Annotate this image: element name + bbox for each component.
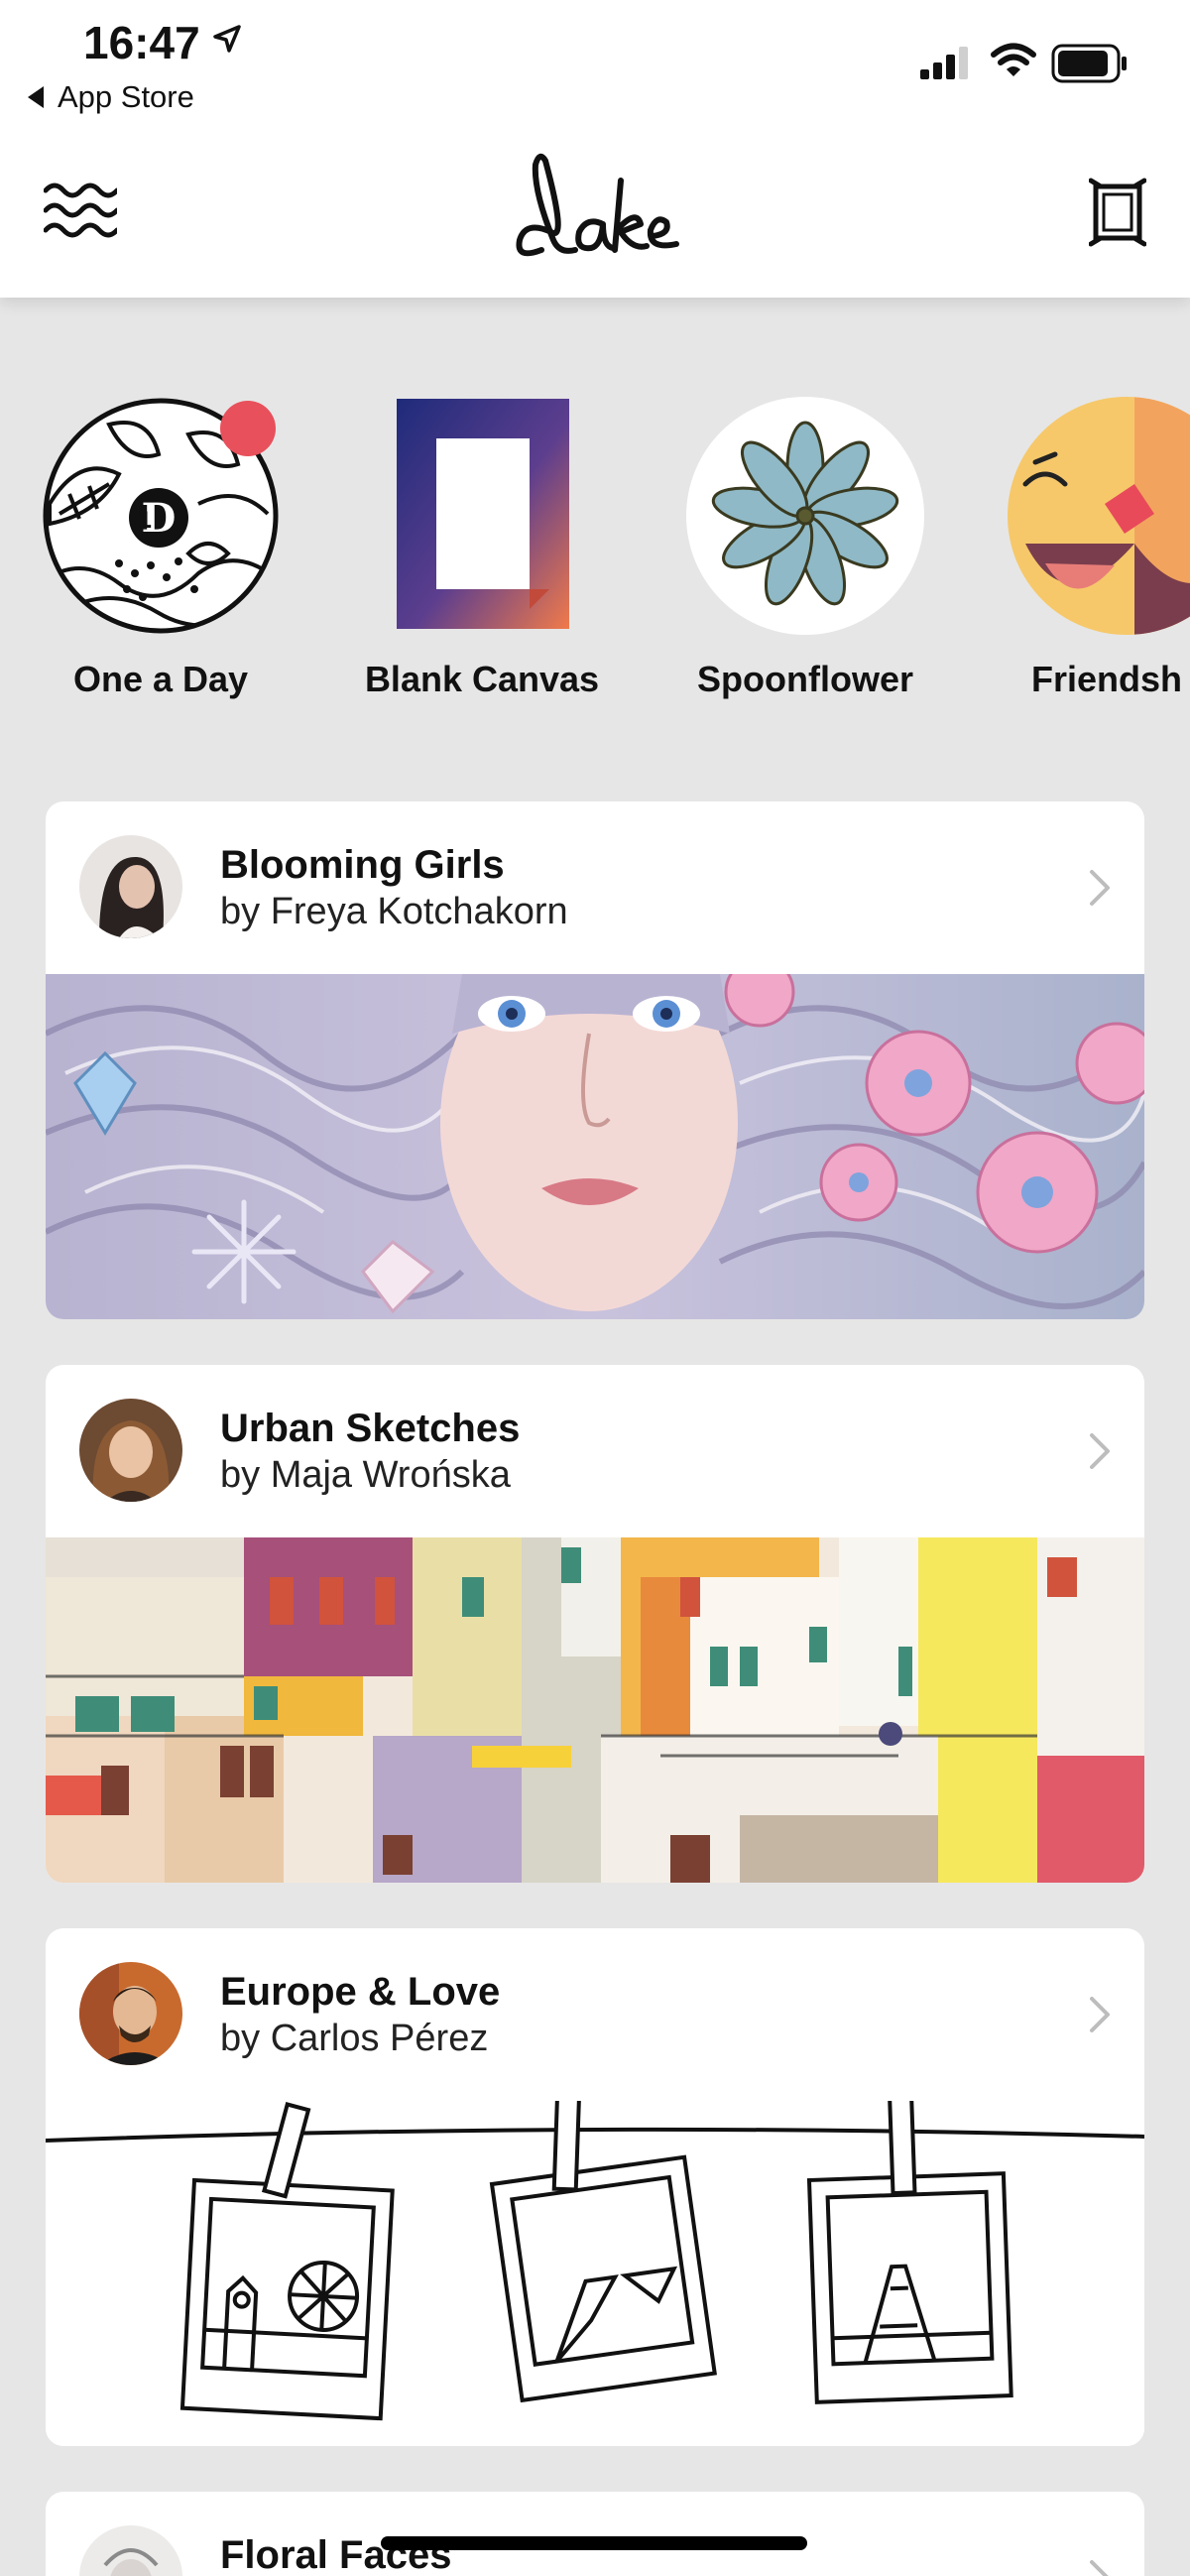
category-label: One a Day bbox=[72, 659, 249, 699]
card-author: by Carlos Pérez bbox=[220, 2018, 489, 2059]
cellular-signal-icon bbox=[920, 47, 968, 79]
top-bar: 16:47 App Store bbox=[0, 0, 1190, 298]
chevron-right-icon bbox=[1090, 1433, 1110, 1469]
home-indicator[interactable] bbox=[381, 2536, 807, 2550]
category-label: Blank Canvas bbox=[364, 659, 600, 699]
battery-icon bbox=[1051, 44, 1127, 83]
author-avatar bbox=[79, 1962, 182, 2065]
blank-canvas-thumbnail bbox=[397, 399, 569, 629]
blooming-girls-artwork bbox=[46, 974, 1144, 1319]
card-header[interactable]: Blooming Girls by Freya Kotchakorn bbox=[46, 801, 1144, 974]
one-a-day-thumbnail: D 1 bbox=[43, 398, 279, 634]
friendship-thumbnail bbox=[1008, 397, 1190, 635]
category-label: Spoonflower bbox=[697, 659, 913, 699]
location-arrow-icon bbox=[213, 25, 241, 53]
back-arrow-icon bbox=[28, 86, 44, 108]
collection-card-urban-sketches[interactable]: Urban Sketches by Maja Wrońska bbox=[46, 1365, 1144, 1883]
collection-card-floral-faces[interactable]: Floral Faces bbox=[46, 2492, 1144, 2576]
card-header[interactable]: Europe & Love by Carlos Pérez bbox=[46, 1928, 1144, 2101]
collection-card-blooming-girls[interactable]: Blooming Girls by Freya Kotchakorn bbox=[46, 801, 1144, 1319]
frame-gallery-icon[interactable] bbox=[1089, 175, 1146, 248]
back-label: App Store bbox=[58, 79, 194, 114]
chevron-right-icon bbox=[1090, 1997, 1110, 2032]
svg-text:1: 1 bbox=[137, 509, 152, 534]
chevron-right-icon bbox=[1090, 2560, 1109, 2576]
card-author: by Freya Kotchakorn bbox=[220, 891, 568, 932]
category-label: Friendsh bbox=[1031, 659, 1183, 699]
card-title: Blooming Girls bbox=[220, 843, 505, 887]
menu-waves-icon[interactable] bbox=[44, 179, 117, 240]
spoonflower-thumbnail bbox=[686, 397, 924, 635]
europe-love-artwork bbox=[46, 2101, 1144, 2446]
author-avatar bbox=[79, 2525, 182, 2576]
card-title: Urban Sketches bbox=[220, 1407, 521, 1450]
card-header[interactable]: Floral Faces bbox=[46, 2492, 1144, 2576]
back-to-app-store[interactable]: App Store bbox=[28, 79, 194, 115]
chevron-right-icon bbox=[1090, 870, 1110, 906]
lake-logo-mark bbox=[516, 153, 679, 257]
card-title: Europe & Love bbox=[220, 1970, 501, 2014]
author-avatar bbox=[79, 1399, 182, 1502]
urban-sketches-artwork bbox=[46, 1537, 1144, 1883]
wifi-icon bbox=[991, 43, 1036, 76]
card-author: by Maja Wrońska bbox=[220, 1454, 511, 1496]
author-avatar bbox=[79, 835, 182, 938]
collection-card-europe-love[interactable]: Europe & Love by Carlos Pérez bbox=[46, 1928, 1144, 2446]
app-logo bbox=[506, 151, 684, 275]
card-header[interactable]: Urban Sketches by Maja Wrońska bbox=[46, 1365, 1144, 1537]
status-time: 16:47 bbox=[83, 17, 200, 68]
